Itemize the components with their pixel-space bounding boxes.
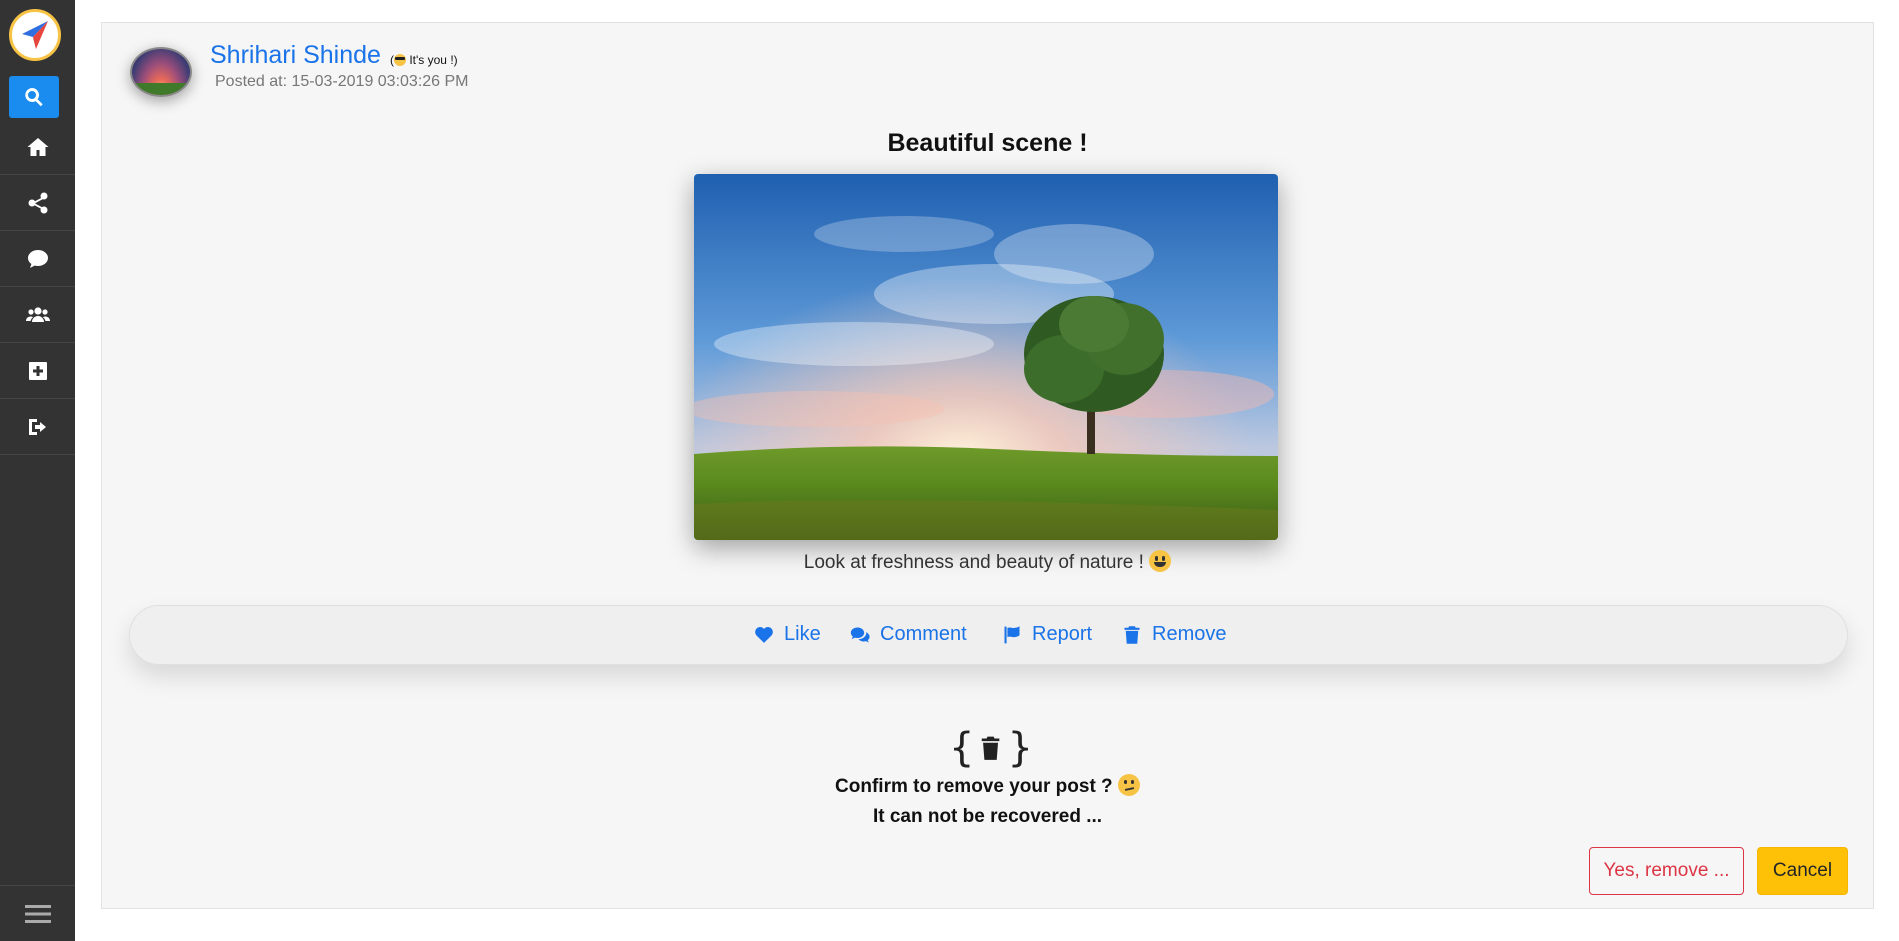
sunglasses-emoji-icon xyxy=(394,53,406,66)
app-logo[interactable] xyxy=(9,9,61,61)
thinking-emoji-icon xyxy=(1117,774,1140,796)
heart-icon xyxy=(755,626,773,643)
action-bar: Like Comment Report Remove xyxy=(129,605,1848,665)
brace-left-icon: { xyxy=(949,725,975,771)
confirm-text: Confirm to remove your post ? xyxy=(835,776,1113,798)
remove-label: Remove xyxy=(1152,623,1227,645)
nav-share[interactable] xyxy=(0,175,75,231)
plus-square-icon xyxy=(28,361,47,380)
nav-home[interactable] xyxy=(0,119,75,175)
like-label: Like xyxy=(784,623,821,645)
comments-icon xyxy=(850,627,870,642)
nav-search[interactable] xyxy=(9,76,59,118)
nav-logout[interactable] xyxy=(0,399,75,455)
nav-add[interactable] xyxy=(0,343,75,399)
caption-text: Look at freshness and beauty of nature ! xyxy=(803,552,1144,574)
comment-label: Comment xyxy=(880,623,967,645)
nav-chat[interactable] xyxy=(0,231,75,287)
author-name[interactable]: Shrihari Shinde xyxy=(210,41,381,70)
nav-users[interactable] xyxy=(0,287,75,343)
report-label: Report xyxy=(1032,623,1093,645)
post-image xyxy=(694,174,1278,540)
bars-icon xyxy=(24,904,51,923)
report-button[interactable]: Report xyxy=(1002,623,1092,646)
post-card: Shrihari Shinde ( It's you !) Posted at:… xyxy=(101,22,1874,909)
users-icon xyxy=(25,306,50,322)
like-button[interactable]: Like xyxy=(754,623,821,646)
avatar[interactable] xyxy=(130,47,192,97)
comment-icon xyxy=(27,249,48,268)
grinning-emoji-icon xyxy=(1149,550,1172,572)
trash-icon xyxy=(1124,625,1140,644)
you-tag: ( It's you !) xyxy=(390,53,458,67)
flag-icon xyxy=(1004,625,1020,643)
confirm-warning: It can not be recovered ... xyxy=(872,806,1103,827)
post-title: Beautiful scene ! xyxy=(887,129,1088,157)
home-icon xyxy=(27,137,48,156)
post-caption: Look at freshness and beauty of nature ! xyxy=(102,550,1873,574)
comment-button[interactable]: Comment xyxy=(850,623,967,646)
brace-right-icon: } xyxy=(1007,725,1033,771)
sign-out-icon xyxy=(28,418,46,435)
cancel-button[interactable]: Cancel xyxy=(1757,847,1848,895)
paper-plane-icon xyxy=(22,21,48,49)
confirm-message: Confirm to remove your post ? xyxy=(102,774,1873,798)
posted-at: Posted at: 15-03-2019 03:03:26 PM xyxy=(215,73,469,90)
trash-icon xyxy=(982,736,1000,760)
you-tag-label: It's you ! xyxy=(409,53,454,67)
confirm-icon: { } xyxy=(949,723,1033,773)
search-icon xyxy=(25,88,43,107)
menu-toggle[interactable] xyxy=(0,885,75,941)
share-icon xyxy=(28,192,47,213)
sidebar xyxy=(0,0,75,941)
confirm-remove-button[interactable]: Yes, remove ... xyxy=(1589,847,1744,895)
remove-button[interactable]: Remove xyxy=(1122,623,1226,646)
